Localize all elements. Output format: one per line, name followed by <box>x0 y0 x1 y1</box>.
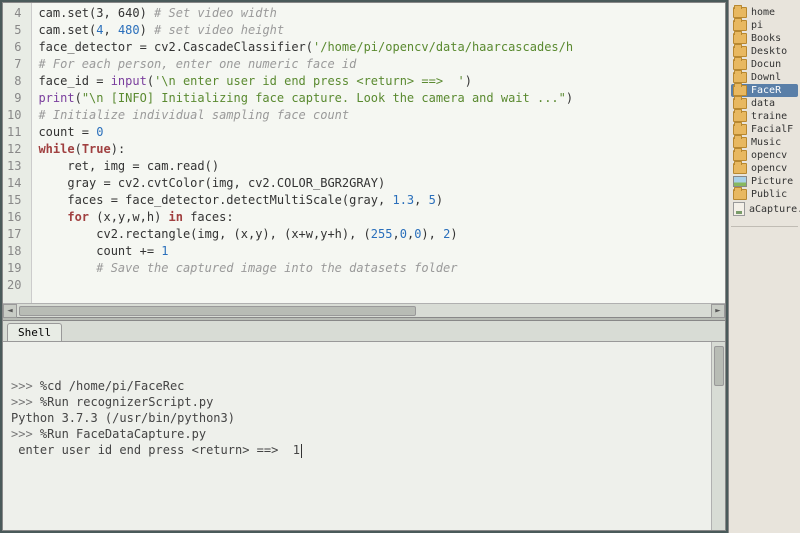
line-number: 7 <box>7 56 21 73</box>
file-label: data <box>751 98 775 109</box>
code-editor[interactable]: 4567891011121314151617181920 cam.set(3, … <box>3 3 725 303</box>
separator <box>731 226 798 227</box>
shell-line: enter user id end press <return> ==> 1 <box>11 442 717 458</box>
folder-icon <box>733 124 747 135</box>
file-label: Public <box>751 189 787 200</box>
shell-line: >>> %Run recognizerScript.py <box>11 394 717 410</box>
folder-icon <box>733 163 747 174</box>
folder-icon <box>733 59 747 70</box>
scroll-right-arrow-icon[interactable]: ► <box>711 304 725 318</box>
line-number: 13 <box>7 158 21 175</box>
line-number: 18 <box>7 243 21 260</box>
line-number-gutter: 4567891011121314151617181920 <box>3 3 32 303</box>
line-number: 4 <box>7 5 21 22</box>
code-line[interactable]: # Save the captured image into the datas… <box>38 260 719 277</box>
file-item[interactable]: opencv <box>731 162 798 175</box>
file-label: Picture <box>751 176 793 187</box>
folder-icon <box>733 137 747 148</box>
pic-icon <box>733 176 747 187</box>
shell-line: >>> %Run FaceDataCapture.py <box>11 426 717 442</box>
shell-vertical-scrollbar[interactable] <box>711 342 725 530</box>
line-number: 10 <box>7 107 21 124</box>
code-line[interactable]: count += 1 <box>38 243 719 260</box>
shell-output[interactable]: >>> %cd /home/pi/FaceRec>>> %Run recogni… <box>3 342 725 530</box>
file-icon <box>733 202 745 216</box>
line-number: 11 <box>7 124 21 141</box>
code-line[interactable]: for (x,y,w,h) in faces: <box>38 209 719 226</box>
folder-icon <box>733 111 747 122</box>
file-label: opencv <box>751 150 787 161</box>
code-line[interactable]: print("\n [INFO] Initializing face captu… <box>38 90 719 107</box>
code-line[interactable]: faces = face_detector.detectMultiScale(g… <box>38 192 719 209</box>
code-line[interactable]: count = 0 <box>38 124 719 141</box>
file-label: Downl <box>751 72 781 83</box>
file-label: opencv <box>751 163 787 174</box>
line-number: 12 <box>7 141 21 158</box>
code-line[interactable]: cam.set(3, 640) # Set video width <box>38 5 719 22</box>
scroll-thumb[interactable] <box>714 346 724 386</box>
folder-icon <box>733 46 747 57</box>
code-line[interactable]: while(True): <box>38 141 719 158</box>
editor-horizontal-scrollbar[interactable]: ◄ ► <box>3 303 725 317</box>
code-line[interactable]: gray = cv2.cvtColor(img, cv2.COLOR_BGR2G… <box>38 175 719 192</box>
file-label: home <box>751 7 775 18</box>
shell-line: Python 3.7.3 (/usr/bin/python3) <box>11 410 717 426</box>
scroll-left-arrow-icon[interactable]: ◄ <box>3 304 17 318</box>
ide-window: 4567891011121314151617181920 cam.set(3, … <box>2 2 726 531</box>
file-label: Music <box>751 137 781 148</box>
file-label: Deskto <box>751 46 787 57</box>
line-number: 16 <box>7 209 21 226</box>
file-label: FacialF <box>751 124 793 135</box>
shell-line: >>> %cd /home/pi/FaceRec <box>11 378 717 394</box>
folder-icon <box>733 98 747 109</box>
code-line[interactable]: cv2.rectangle(img, (x,y), (x+w,y+h), (25… <box>38 226 719 243</box>
code-line[interactable]: # Initialize individual sampling face co… <box>38 107 719 124</box>
folder-icon <box>733 150 747 161</box>
folder-icon <box>733 72 747 83</box>
code-line[interactable]: face_id = input('\n enter user id end pr… <box>38 73 719 90</box>
file-label: pi <box>751 20 763 31</box>
line-number: 5 <box>7 22 21 39</box>
file-manager-sidebar: home pi Books Deskto Docun Downl FaceR data trai… <box>728 0 800 533</box>
folder-icon <box>733 189 747 200</box>
line-number: 14 <box>7 175 21 192</box>
file-label: aCapture.py <box>749 204 800 215</box>
code-line[interactable]: ret, img = cam.read() <box>38 158 719 175</box>
code-line[interactable]: face_detector = cv2.CascadeClassifier('/… <box>38 39 719 56</box>
line-number: 6 <box>7 39 21 56</box>
line-number: 9 <box>7 90 21 107</box>
folder-icon <box>733 20 747 31</box>
line-number: 17 <box>7 226 21 243</box>
shell-tab-bar: Shell <box>3 321 725 342</box>
code-line[interactable]: # For each person, enter one numeric fac… <box>38 56 719 73</box>
code-body[interactable]: cam.set(3, 640) # Set video widthcam.set… <box>32 3 725 303</box>
file-label: traine <box>751 111 787 122</box>
line-number: 20 <box>7 277 21 294</box>
line-number: 15 <box>7 192 21 209</box>
line-number: 19 <box>7 260 21 277</box>
file-label: Books <box>751 33 781 44</box>
file-label: Docun <box>751 59 781 70</box>
file-label: FaceR <box>751 85 781 96</box>
text-cursor <box>301 444 302 458</box>
line-number: 8 <box>7 73 21 90</box>
folder-icon <box>733 85 747 96</box>
scroll-thumb[interactable] <box>19 306 416 316</box>
file-item[interactable]: Public <box>731 188 798 201</box>
folder-icon <box>733 7 747 18</box>
shell-tab[interactable]: Shell <box>7 323 62 341</box>
folder-icon <box>733 33 747 44</box>
file-item[interactable]: aCapture.py <box>731 201 798 217</box>
code-line[interactable]: cam.set(4, 480) # set video height <box>38 22 719 39</box>
